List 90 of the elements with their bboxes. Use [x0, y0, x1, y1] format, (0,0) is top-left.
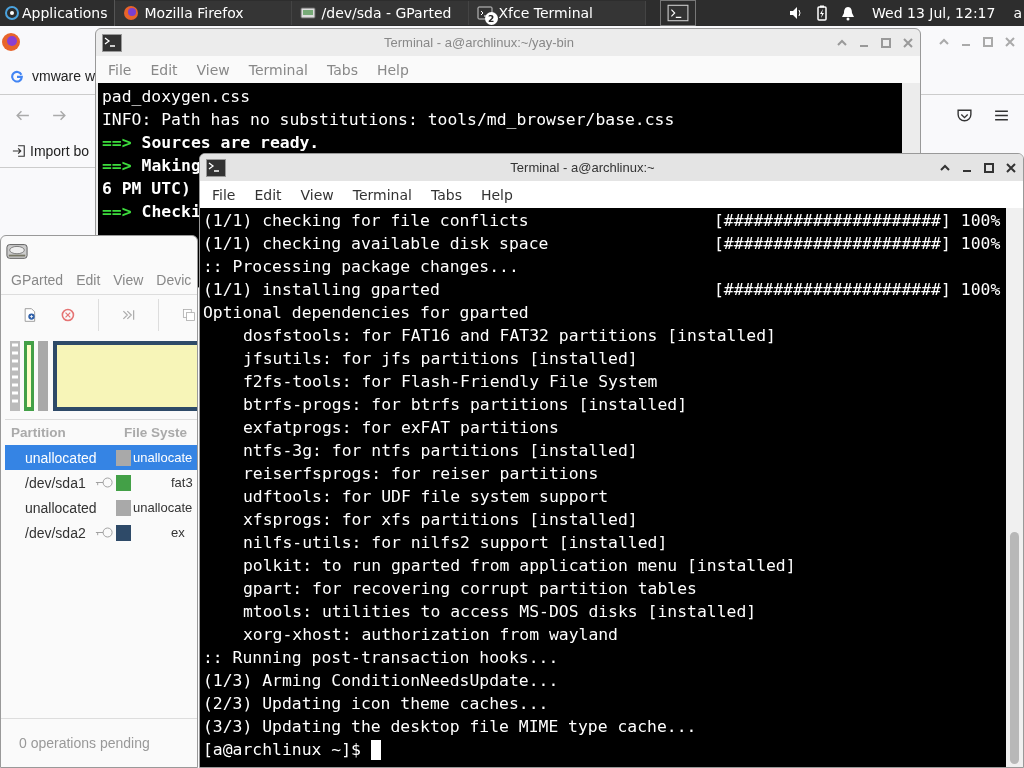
terminal-icon [666, 4, 689, 22]
table-cell: ex [171, 525, 185, 540]
firefox-icon [122, 5, 139, 21]
firefox-icon [1, 32, 21, 52]
output-line: btrfs-progs: for btrfs partitions [installed] [242, 394, 688, 416]
output-line: (2/3) Updating icon theme caches... [203, 693, 549, 715]
output-line: Making [141, 155, 201, 177]
taskbar-button[interactable]: 2 Xfce Terminal [468, 1, 646, 25]
output-line: xorg-xhost: authorization from wayland [242, 624, 618, 646]
close-icon[interactable] [1005, 161, 1017, 174]
scrollbar[interactable] [1006, 208, 1023, 767]
output-line: :: Processing package changes... [203, 256, 519, 278]
menu-item[interactable]: Help [480, 186, 513, 203]
progress-text: [######################] [714, 210, 951, 232]
terminal-icon [476, 5, 493, 21]
status-text: 0 operations pending [19, 735, 150, 751]
output-line: INFO: Path has no substitutions: tools/md_browser/base.css [102, 109, 675, 131]
arrow-prompt: ==> [102, 155, 132, 177]
output-line: mtools: utilities to access MS-DOS disks [installed] [242, 601, 757, 623]
taskbar-button[interactable]: /dev/sda - GParted [291, 1, 469, 25]
output-line: (1/3) Arming ConditionNeedsUpdate... [203, 670, 559, 692]
output-line: dosfstools: for FAT16 and FAT32 partitions [installed] [242, 325, 776, 347]
output-line: (1/1) installing gparted [203, 279, 441, 301]
xfce-mouse-icon [4, 5, 20, 21]
output-line: exfatprogs: for exFAT partitions [242, 417, 559, 439]
menu-item[interactable]: View [300, 186, 334, 203]
output-line: Sources are ready. [141, 132, 320, 154]
taskbar-button[interactable]: Mozilla Firefox [114, 1, 292, 25]
output-line: ntfs-3g: for ntfs partitions [installed] [242, 440, 638, 462]
copy-icon[interactable] [181, 306, 197, 324]
menu-item[interactable]: Edit [254, 186, 282, 203]
maximize-icon[interactable] [983, 161, 995, 174]
output-line: f2fs-tools: for Flash-Friendly File System [242, 371, 658, 393]
menu-item[interactable]: View [196, 61, 230, 78]
progress-text: [######################] [714, 279, 951, 301]
percent-text: 100% [960, 233, 1001, 255]
notification-bell-icon[interactable] [840, 5, 857, 21]
partition-row[interactable]: /dev/sda1 fat3 [5, 470, 197, 495]
browser-tab[interactable]: vmware w [10, 68, 95, 84]
g-logo-icon [10, 69, 24, 83]
table-cell: fat3 [171, 475, 193, 490]
partition-row[interactable]: unallocated unallocate [5, 445, 197, 470]
terminal-icon [102, 33, 122, 52]
bookmark-item[interactable]: Import bo [12, 143, 90, 159]
table-cell: unallocate [133, 450, 193, 465]
menu-item[interactable]: Terminal [352, 186, 412, 203]
arrow-prompt: ==> [102, 201, 132, 223]
table-cell-text: unallocated [24, 449, 95, 466]
output-line: pad_doxygen.css [102, 86, 251, 108]
table-cell-text: /dev/sda2 [24, 524, 87, 541]
output-line: (1/1) checking available disk space [203, 233, 550, 255]
menu-item[interactable]: View [113, 272, 144, 288]
shell-prompt: [a@archlinux ~]$ [203, 739, 361, 761]
menu-item[interactable]: Devic [156, 272, 192, 288]
output-line: Optional dependencies for gparted [203, 302, 529, 324]
user-menu[interactable]: a [1013, 5, 1022, 21]
delete-icon[interactable] [59, 306, 76, 324]
menu-item[interactable]: File [212, 186, 236, 203]
table-cell: unallocate [133, 500, 193, 515]
output-line: reiserfsprogs: for reiser partitions [242, 463, 599, 485]
partition-row[interactable]: /dev/sda2 ex [5, 520, 197, 545]
output-line: gpart: for recovering corrupt partition tables [242, 578, 697, 600]
window-title: Terminal - a@archlinux:~/yay-bin [383, 35, 575, 50]
output-line: jfsutils: for jfs partitions [installed] [242, 348, 638, 370]
output-line: (1/1) checking for file conflicts [203, 210, 530, 232]
arrow-prompt: ==> [102, 132, 132, 154]
table-cell-text: /dev/sda1 [24, 474, 87, 491]
output-line: polkit: to run gparted from application menu [installed] [242, 555, 796, 577]
clock[interactable]: Wed 13 Jul, 12:17 [872, 5, 996, 21]
terminal-icon [206, 158, 226, 177]
menu-item[interactable]: Tabs [430, 186, 462, 203]
output-line: 6 PM UTC) [102, 178, 191, 200]
import-icon [12, 144, 26, 158]
output-line: :: Running post-transaction hooks... [203, 647, 559, 669]
progress-text: [######################] [714, 233, 951, 255]
percent-text: 100% [960, 279, 1001, 301]
workspace-switcher[interactable] [659, 0, 696, 26]
output-line: (3/3) Updating the desktop file MIME type cache... [203, 716, 697, 738]
output-line: udftools: for UDF file system support [242, 486, 609, 508]
partition-row[interactable]: unallocated unallocate [5, 495, 197, 520]
table-cell-text: unallocated [24, 499, 95, 516]
output-line: xfsprogs: for xfs partitions [installed] [242, 509, 638, 531]
text-cursor [370, 740, 381, 760]
pocket-icon[interactable] [956, 106, 973, 124]
output-line: Checki [141, 201, 201, 223]
percent-text: 100% [960, 210, 1001, 232]
new-partition-icon[interactable] [22, 306, 38, 324]
scrollbar-thumb[interactable] [1010, 532, 1019, 764]
window-title: Terminal - a@archlinux:~ [509, 160, 656, 175]
output-line: nilfs-utils: for nilfs2 support [installed] [242, 532, 668, 554]
